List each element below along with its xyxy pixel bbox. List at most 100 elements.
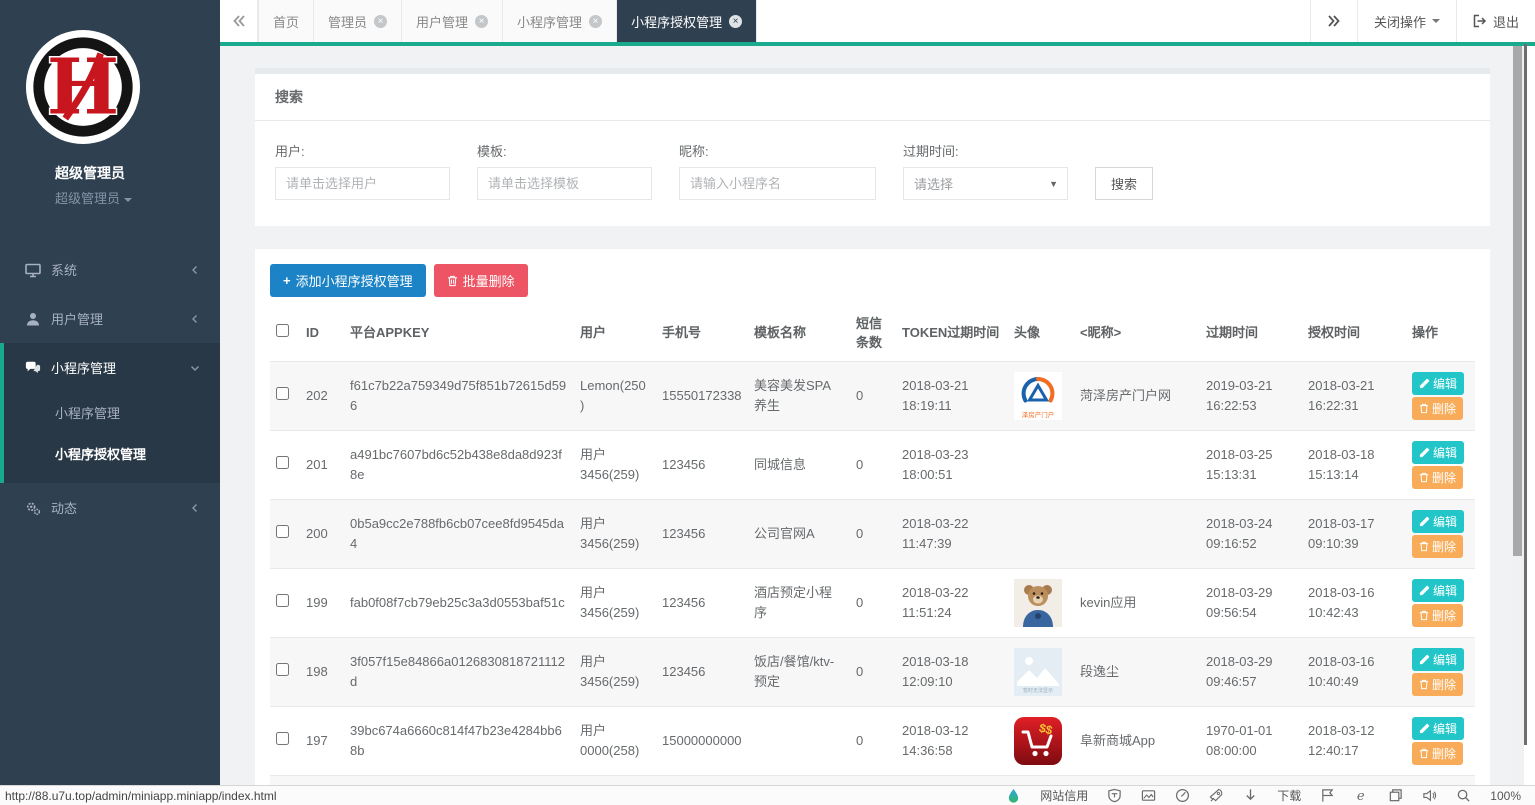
shield-icon[interactable] xyxy=(1107,788,1122,803)
select-all-checkbox[interactable] xyxy=(276,324,289,337)
row-checkbox[interactable] xyxy=(276,456,289,469)
double-chevron-left-icon xyxy=(232,14,246,28)
edit-button[interactable]: 编辑 xyxy=(1412,510,1464,533)
row-checkbox[interactable] xyxy=(276,594,289,607)
column-header-phone: 手机号 xyxy=(656,307,748,361)
cell-auth-time: 2018-03-16 10:40:49 xyxy=(1302,637,1406,706)
ie-browser-icon[interactable]: e xyxy=(1354,788,1369,803)
water-drop-icon[interactable] xyxy=(1006,788,1021,803)
sidebar-role-dropdown[interactable]: 超级管理员 xyxy=(55,188,220,207)
column-header-avatar: 头像 xyxy=(1008,307,1074,361)
sidebar-subitem-miniapp-auth[interactable]: 小程序授权管理 xyxy=(4,433,220,483)
sidebar-subitem-miniapp[interactable]: 小程序管理 xyxy=(4,392,220,433)
edit-button[interactable]: 编辑 xyxy=(1412,648,1464,671)
sidebar-item-system[interactable]: 系统 xyxy=(0,245,220,294)
table-row: 198 3f057f15e84866a0126830818721112d 用户3… xyxy=(270,637,1475,706)
expire-time-select[interactable]: 请选择 ▼ xyxy=(903,167,1068,200)
cell-auth-time: 2018-03-21 16:22:31 xyxy=(1302,361,1406,430)
row-checkbox[interactable] xyxy=(276,525,289,538)
property-portal-logo: 泽房产门户 xyxy=(1014,372,1062,420)
cell-appkey: 0b5a9cc2e788fb6cb07cee8fd9545da4 xyxy=(344,499,574,568)
trash-icon xyxy=(447,275,458,287)
cell-auth-time: 2018-03-17 09:10:39 xyxy=(1302,499,1406,568)
trash-icon xyxy=(1419,679,1429,690)
cell-appkey: fab0f08f7cb79eb25c3a3d0553baf51c xyxy=(344,568,574,637)
select-arrow-icon: ▼ xyxy=(1049,179,1058,189)
edit-pencil-icon xyxy=(1419,585,1430,596)
row-checkbox[interactable] xyxy=(276,387,289,400)
cell-template: 同城信息 xyxy=(748,430,850,499)
tab-user-management[interactable]: 用户管理× xyxy=(402,0,503,42)
tab-home[interactable]: 首页 xyxy=(258,0,314,42)
tab-miniapp-auth-management[interactable]: 小程序授权管理× xyxy=(617,0,757,42)
tab-close-icon[interactable]: × xyxy=(589,15,602,28)
tab-close-icon[interactable]: × xyxy=(475,15,488,28)
table-body: 202 f61c7b22a759349d75f851b72615d596 Lem… xyxy=(270,361,1475,785)
edit-button[interactable]: 编辑 xyxy=(1412,579,1464,602)
logout-button[interactable]: 退出 xyxy=(1456,0,1535,42)
edit-button[interactable]: 编辑 xyxy=(1412,372,1464,395)
cell-id: 197 xyxy=(300,706,344,775)
rocket-icon[interactable] xyxy=(1209,788,1224,803)
zoom-search-icon[interactable] xyxy=(1456,788,1471,803)
brand-logo: H xyxy=(0,0,220,151)
add-miniapp-auth-button[interactable]: +添加小程序授权管理 xyxy=(270,264,426,297)
sidebar-item-dynamic[interactable]: 动态 xyxy=(0,483,220,532)
bulk-delete-button[interactable]: 批量删除 xyxy=(434,264,528,297)
cell-sms-count: 0 xyxy=(850,568,896,637)
cell-token-expire: 2018-03-22 11:47:39 xyxy=(896,499,1008,568)
sidebar-item-miniapp-management[interactable]: 小程序管理 xyxy=(4,343,220,392)
tab-admin[interactable]: 管理员× xyxy=(314,0,402,42)
cell-nickname: kevin应用 xyxy=(1074,568,1200,637)
user-select-input[interactable] xyxy=(275,167,450,200)
search-button[interactable]: 搜索 xyxy=(1095,167,1153,200)
teddy-bear-photo xyxy=(1014,579,1062,627)
delete-button[interactable]: 删除 xyxy=(1412,466,1463,489)
flag-icon[interactable] xyxy=(1320,788,1335,803)
sidebar-menu: 系统 用户管理 小程序管理 小程序管理 小程序授权管理 动态 xyxy=(0,245,220,532)
speaker-icon[interactable] xyxy=(1422,788,1437,803)
edit-button[interactable]: 编辑 xyxy=(1412,441,1464,464)
template-select-input[interactable] xyxy=(477,167,652,200)
close-actions-dropdown[interactable]: 关闭操作 xyxy=(1357,0,1456,42)
tab-miniapp-management[interactable]: 小程序管理× xyxy=(503,0,617,42)
sidebar-user-name: 超级管理员 xyxy=(55,163,220,183)
row-checkbox[interactable] xyxy=(276,663,289,676)
delete-button[interactable]: 删除 xyxy=(1412,742,1463,765)
edit-button[interactable]: 编辑 xyxy=(1412,717,1464,740)
site-credit-label[interactable]: 网站信用 xyxy=(1040,787,1088,804)
cell-token-expire: 2018-03-12 14:36:58 xyxy=(896,706,1008,775)
sidebar-item-user-management[interactable]: 用户管理 xyxy=(0,294,220,343)
comments-icon xyxy=(25,360,41,376)
delete-button[interactable]: 删除 xyxy=(1412,397,1463,420)
cell-id: 201 xyxy=(300,430,344,499)
vertical-scrollbar[interactable] xyxy=(1512,46,1524,785)
speed-gauge-icon[interactable] xyxy=(1175,788,1190,803)
tabs-scroll-left-button[interactable] xyxy=(220,0,258,42)
expire-field-label: 过期时间: xyxy=(903,141,1068,160)
column-header-expire-time: 过期时间 xyxy=(1200,307,1302,361)
zoom-level[interactable]: 100% xyxy=(1490,789,1521,803)
tab-close-icon[interactable]: × xyxy=(374,15,387,28)
column-header-sms-count: 短信条数 xyxy=(850,307,896,361)
scrollbar-thumb[interactable] xyxy=(1513,46,1522,556)
delete-button[interactable]: 删除 xyxy=(1412,535,1463,558)
delete-button[interactable]: 删除 xyxy=(1412,673,1463,696)
monitor-icon xyxy=(25,262,41,278)
delete-button[interactable]: 删除 xyxy=(1412,604,1463,627)
tabs-scroll-right-button[interactable] xyxy=(1310,0,1357,42)
cell-id: 199 xyxy=(300,568,344,637)
cell-nickname: 阜新Fang xyxy=(1074,775,1200,785)
screenshot-icon[interactable] xyxy=(1141,788,1156,803)
row-checkbox[interactable] xyxy=(276,732,289,745)
trash-icon xyxy=(1419,541,1429,552)
restore-window-icon[interactable] xyxy=(1388,788,1403,803)
cell-id: 198 xyxy=(300,637,344,706)
nickname-input[interactable] xyxy=(679,167,876,200)
download-arrow-icon[interactable] xyxy=(1243,788,1258,803)
column-header-id: ID xyxy=(300,307,344,361)
cell-template xyxy=(748,706,850,775)
download-label[interactable]: 下载 xyxy=(1277,787,1301,804)
gears-icon xyxy=(25,500,41,516)
tab-close-icon[interactable]: × xyxy=(729,15,742,28)
